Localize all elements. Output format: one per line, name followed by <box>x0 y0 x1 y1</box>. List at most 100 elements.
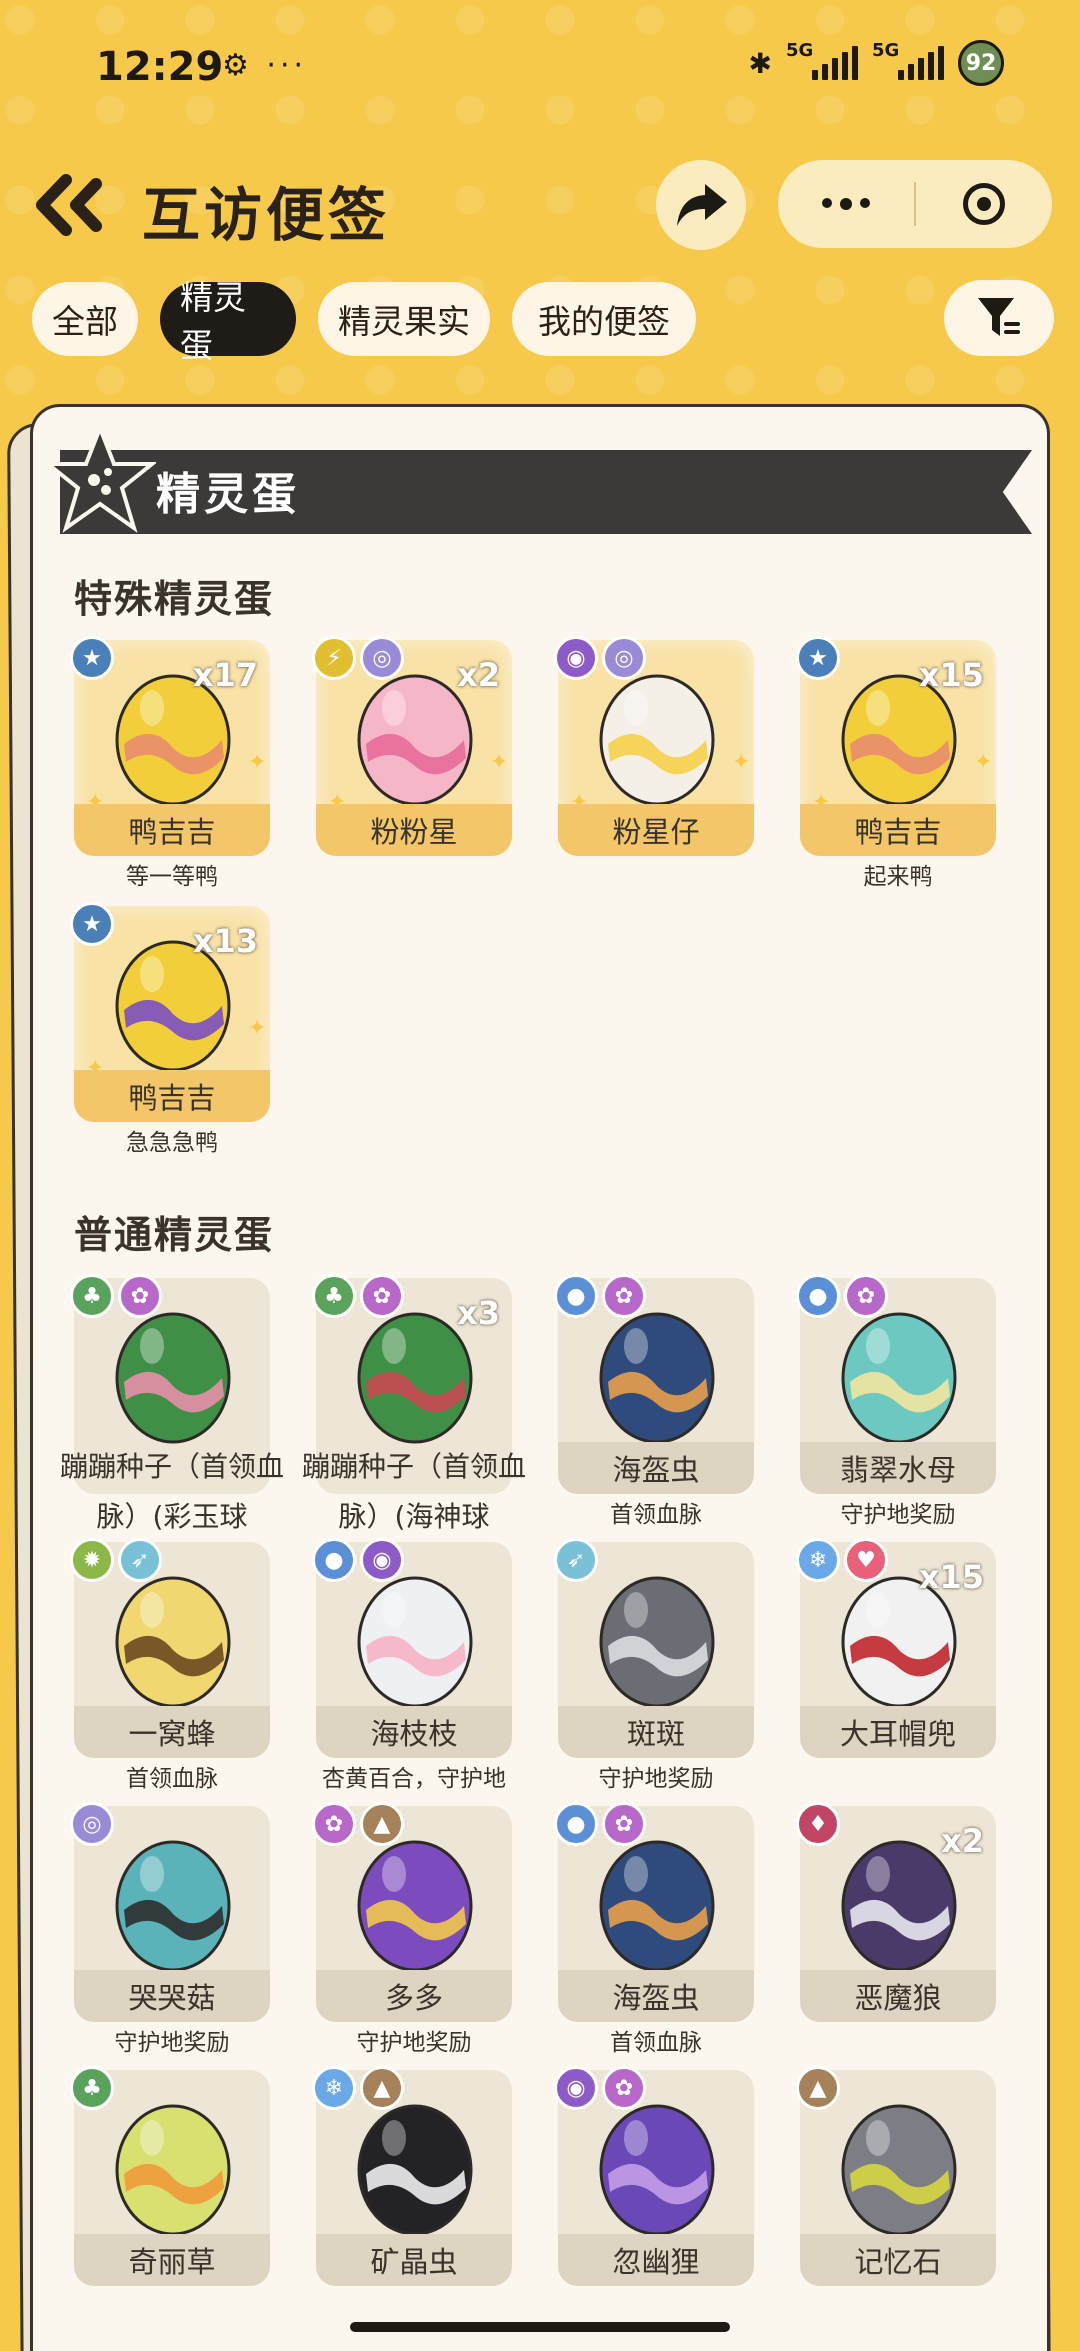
egg-count: x2 <box>941 1822 984 1860</box>
egg-image <box>115 1312 231 1444</box>
special-egg-card[interactable]: ✦ ✦ x15 鸭吉吉 ★ <box>796 636 996 856</box>
more-button[interactable] <box>778 160 914 248</box>
sparkle-icon: ✦ <box>490 750 509 775</box>
normal-egg-card[interactable]: x15 大耳帽兜 ❄ ♥ <box>796 1538 996 1758</box>
egg-name: 海盔虫 <box>558 1442 754 1494</box>
egg-caption: 杏黄百合，守护地 <box>322 1766 506 1792</box>
page-title: 互访便签 <box>142 181 391 249</box>
ghost-type-icon: ◉ <box>554 2066 598 2110</box>
star-badge-icon <box>44 424 156 533</box>
fairy-type-icon: ✿ <box>118 1274 162 1318</box>
egg-name: 蹦蹦种子（首领血脉）(海神球 <box>301 1450 526 1533</box>
filter-button[interactable] <box>944 280 1054 356</box>
grass-type-icon: ♣ <box>312 1274 356 1318</box>
status-time: 12:29 <box>96 44 224 90</box>
egg-image <box>841 1312 957 1444</box>
fairy-type-icon: ✿ <box>602 1802 646 1846</box>
egg-image <box>357 1576 473 1708</box>
status-right: ✱ 5G 5G 92 <box>749 40 1004 86</box>
egg-image <box>599 1312 715 1444</box>
egg-name: 大耳帽兜 <box>800 1706 996 1758</box>
egg-name: 海盔虫 <box>558 1970 754 2022</box>
fairy-type-icon: ✿ <box>312 1802 356 1846</box>
special-egg-card[interactable]: ✦ ✦ x17 鸭吉吉 ★ <box>70 636 270 856</box>
egg-image <box>599 2104 715 2236</box>
egg-image <box>115 1840 231 1972</box>
egg-name: 奇丽草 <box>74 2234 270 2286</box>
ghost-type-icon: ◉ <box>360 1538 404 1582</box>
egg-name: 斑斑 <box>558 1706 754 1758</box>
fairy-type-icon: ✿ <box>360 1274 404 1318</box>
water-type-icon: ● <box>796 1274 840 1318</box>
battery-icon: 92 <box>958 40 1004 86</box>
normal-egg-card[interactable]: 哭哭菇 ◎ <box>70 1802 270 2022</box>
egg-name: 一窝蜂 <box>74 1706 270 1758</box>
normal-egg-card[interactable]: 海盔虫 ● ✿ <box>554 1274 754 1494</box>
egg-caption: 守护地奖励 <box>598 1766 714 1792</box>
egg-caption: 首领血脉 <box>610 2030 702 2056</box>
egg-image <box>599 1840 715 1972</box>
normal-egg-card[interactable]: 忽幽狸 ◉ ✿ <box>554 2066 754 2286</box>
sparkle-icon: ✦ <box>248 1016 267 1041</box>
psychic-type-icon: ◎ <box>602 636 646 680</box>
star-type-icon: ★ <box>796 636 840 680</box>
share-button[interactable] <box>656 160 746 250</box>
tab-spirit-eggs[interactable]: 精灵蛋 <box>160 278 296 365</box>
egg-name: 粉粉星 <box>316 804 512 856</box>
egg-name: 粉星仔 <box>558 804 754 856</box>
special-egg-card[interactable]: ✦ ✦ x13 鸭吉吉 ★ <box>70 902 270 1122</box>
egg-image <box>357 1840 473 1972</box>
ground-type-icon: ▲ <box>360 1802 404 1846</box>
flying-type-icon: ➶ <box>554 1538 598 1582</box>
normal-egg-card[interactable]: 矿晶虫 ❄ ▲ <box>312 2066 512 2286</box>
normal-egg-card[interactable]: 多多 ✿ ▲ <box>312 1802 512 2022</box>
egg-image <box>115 2104 231 2236</box>
signal-icon: 5G <box>786 40 858 80</box>
status-bar: 12:29 ⚙ ··· ✱ 5G 5G 92 <box>0 0 1080 130</box>
normal-egg-card[interactable]: 一窝蜂 ✹ ➶ <box>70 1538 270 1758</box>
psychic-type-icon: ◎ <box>360 636 404 680</box>
tab-spirit-fruits[interactable]: 精灵果实 <box>318 282 490 356</box>
normal-eggs-title: 普通精灵蛋 <box>74 1213 275 1257</box>
normal-egg-card[interactable]: 记忆石 ▲ <box>796 2066 996 2286</box>
normal-egg-card[interactable]: 海盔虫 ● ✿ <box>554 1802 754 2022</box>
ice-type-icon: ❄ <box>796 1538 840 1582</box>
back-button[interactable] <box>32 170 108 240</box>
special-egg-card[interactable]: ✦ ✦ 粉星仔 ◉ ◎ <box>554 636 754 856</box>
egg-name: 恶魔狼 <box>800 1970 996 2022</box>
egg-caption: 急急急鸭 <box>126 1130 218 1156</box>
egg-image <box>599 674 715 806</box>
normal-egg-card[interactable]: x2 恶魔狼 ♦ <box>796 1802 996 2022</box>
close-button[interactable] <box>916 160 1052 248</box>
fairy-type-icon: ✿ <box>844 1274 888 1318</box>
share-arrow-icon <box>677 184 727 226</box>
egg-count: x2 <box>457 656 500 694</box>
egg-image <box>115 1576 231 1708</box>
egg-count: x3 <box>457 1294 500 1332</box>
tab-my-notes[interactable]: 我的便签 <box>512 282 696 356</box>
demon-type-icon: ♦ <box>796 1802 840 1846</box>
normal-egg-card[interactable]: 海枝枝 ● ◉ <box>312 1538 512 1758</box>
home-indicator[interactable] <box>350 2322 730 2332</box>
egg-name: 海枝枝 <box>316 1706 512 1758</box>
special-egg-card[interactable]: ✦ ✦ x2 粉粉星 ⚡ ◎ <box>312 636 512 856</box>
normal-egg-card[interactable]: 奇丽草 ♣ <box>70 2066 270 2286</box>
egg-name: 鸭吉吉 <box>74 1070 270 1122</box>
egg-name: 多多 <box>316 1970 512 2022</box>
egg-count: x15 <box>918 656 984 694</box>
normal-egg-card[interactable]: x3 蹦蹦种子（首领血脉）(海神球 ♣ ✿ <box>302 1274 526 1533</box>
mini-program-capsule <box>778 160 1052 248</box>
psychic-type-icon: ◎ <box>70 1802 114 1846</box>
egg-count: x13 <box>192 922 258 960</box>
sparkle-icon: ✦ <box>732 750 751 775</box>
filter-icon <box>978 298 1020 336</box>
normal-egg-card[interactable]: 翡翠水母 ● ✿ <box>796 1274 996 1494</box>
heart-type-icon: ♥ <box>844 1538 888 1582</box>
egg-image <box>841 2104 957 2236</box>
normal-egg-card[interactable]: 蹦蹦种子（首领血脉）(彩玉球 ♣ ✿ <box>60 1274 284 1533</box>
star-type-icon: ★ <box>70 902 114 946</box>
egg-image <box>599 1576 715 1708</box>
normal-egg-card[interactable]: 斑斑 ➶ <box>554 1538 754 1758</box>
tab-all[interactable]: 全部 <box>32 282 138 356</box>
target-close-icon <box>963 183 1005 225</box>
